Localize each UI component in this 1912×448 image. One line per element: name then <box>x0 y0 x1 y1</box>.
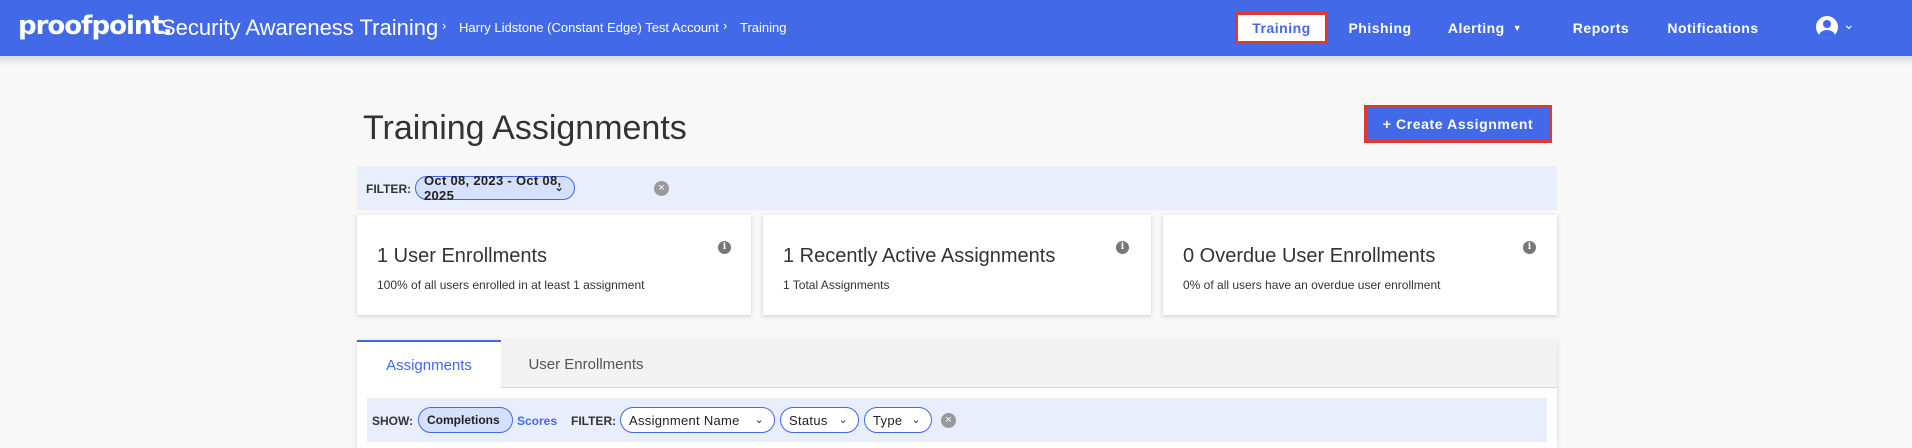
nav-alerting-label: Alerting <box>1447 20 1505 36</box>
completions-label: Completions <box>427 413 500 427</box>
filter-label: FILTER: <box>366 182 412 196</box>
breadcrumb-training[interactable]: Training <box>740 20 786 35</box>
tab-assignments-label: Assignments <box>386 356 472 374</box>
status-filter[interactable]: Status ⌄ <box>780 407 859 433</box>
overdue-user-enrollments-card: 0 Overdue User Enrollments 0% of all use… <box>1163 215 1557 315</box>
show-label: SHOW: <box>372 414 414 428</box>
nav-alerting[interactable]: Alerting ▼ <box>1440 12 1530 44</box>
tab-assignments[interactable]: Assignments <box>357 340 501 388</box>
nav-training-label: Training <box>1252 20 1311 36</box>
nav-reports[interactable]: Reports <box>1565 12 1637 44</box>
chevron-down-icon: ⌄ <box>554 182 564 194</box>
assignment-name-filter[interactable]: Assignment Name ⌄ <box>620 407 775 433</box>
nav-reports-label: Reports <box>1572 20 1630 36</box>
nav-notifications[interactable]: Notifications <box>1660 12 1766 44</box>
card-subtitle: 0% of all users have an overdue user enr… <box>1183 278 1441 292</box>
top-navigation-bar: proofpoint. Security Awareness Training … <box>0 0 1912 56</box>
nav-phishing-label: Phishing <box>1348 20 1412 36</box>
show-scores-toggle[interactable]: Scores <box>517 414 557 428</box>
show-completions-toggle[interactable]: Completions <box>418 407 513 433</box>
card-title: 1 Recently Active Assignments <box>783 245 1056 267</box>
nav-training[interactable]: Training <box>1235 12 1328 44</box>
user-avatar-icon[interactable] <box>1816 16 1838 38</box>
assignments-panel: Assignments User Enrollments SHOW: Compl… <box>357 340 1557 448</box>
info-icon[interactable]: i <box>1116 241 1129 254</box>
proofpoint-logo[interactable]: proofpoint. <box>18 11 173 41</box>
card-subtitle: 1 Total Assignments <box>783 278 890 292</box>
info-icon[interactable]: i <box>718 241 731 254</box>
header-shadow <box>0 56 1912 66</box>
card-subtitle: 100% of all users enrolled in at least 1… <box>377 278 645 292</box>
chevron-down-icon: ⌄ <box>754 414 764 426</box>
status-filter-label: Status <box>789 412 828 428</box>
tab-user-enrollments[interactable]: User Enrollments <box>501 340 671 388</box>
type-filter[interactable]: Type ⌄ <box>864 407 932 433</box>
chevron-right-icon: › <box>442 18 447 33</box>
chevron-down-icon: ⌄ <box>911 414 921 426</box>
recently-active-assignments-card: 1 Recently Active Assignments 1 Total As… <box>763 215 1151 315</box>
card-title: 0 Overdue User Enrollments <box>1183 245 1436 267</box>
nav-phishing[interactable]: Phishing <box>1340 12 1420 44</box>
clear-filter-icon[interactable]: × <box>654 181 669 196</box>
show-filter-bar: SHOW: Completions Scores FILTER: Assignm… <box>367 398 1547 442</box>
nav-notifications-label: Notifications <box>1667 20 1759 36</box>
user-enrollments-card: 1 User Enrollments 100% of all users enr… <box>357 215 751 315</box>
tab-user-enrollments-label: User Enrollments <box>528 355 644 373</box>
assignment-name-filter-label: Assignment Name <box>629 412 740 428</box>
create-assignment-label: + Create Assignment <box>1382 116 1534 132</box>
chevron-right-icon: › <box>723 18 728 33</box>
card-title: 1 User Enrollments <box>377 245 548 267</box>
create-assignment-button[interactable]: + Create Assignment <box>1364 105 1552 143</box>
tab-strip: Assignments User Enrollments <box>357 340 1557 388</box>
date-range-dropdown[interactable]: Oct 08, 2023 - Oct 08, 2025 ⌄ <box>415 173 575 203</box>
type-filter-label: Type <box>873 412 903 428</box>
clear-filters-icon[interactable]: × <box>941 413 956 428</box>
date-filter-bar: FILTER: Oct 08, 2023 - Oct 08, 2025 ⌄ × <box>357 166 1557 210</box>
app-title: Security Awareness Training <box>161 15 439 40</box>
page-title: Training Assignments <box>363 109 687 147</box>
info-icon[interactable]: i <box>1523 241 1536 254</box>
chevron-down-icon: ⌄ <box>838 414 848 426</box>
filter-label: FILTER: <box>571 414 617 428</box>
chevron-down-icon[interactable]: ⌄ <box>1843 16 1855 33</box>
date-range-value: Oct 08, 2023 - Oct 08, 2025 <box>424 173 562 203</box>
breadcrumb-account[interactable]: Harry Lidstone (Constant Edge) Test Acco… <box>459 20 719 35</box>
caret-down-icon: ▼ <box>1512 23 1523 33</box>
